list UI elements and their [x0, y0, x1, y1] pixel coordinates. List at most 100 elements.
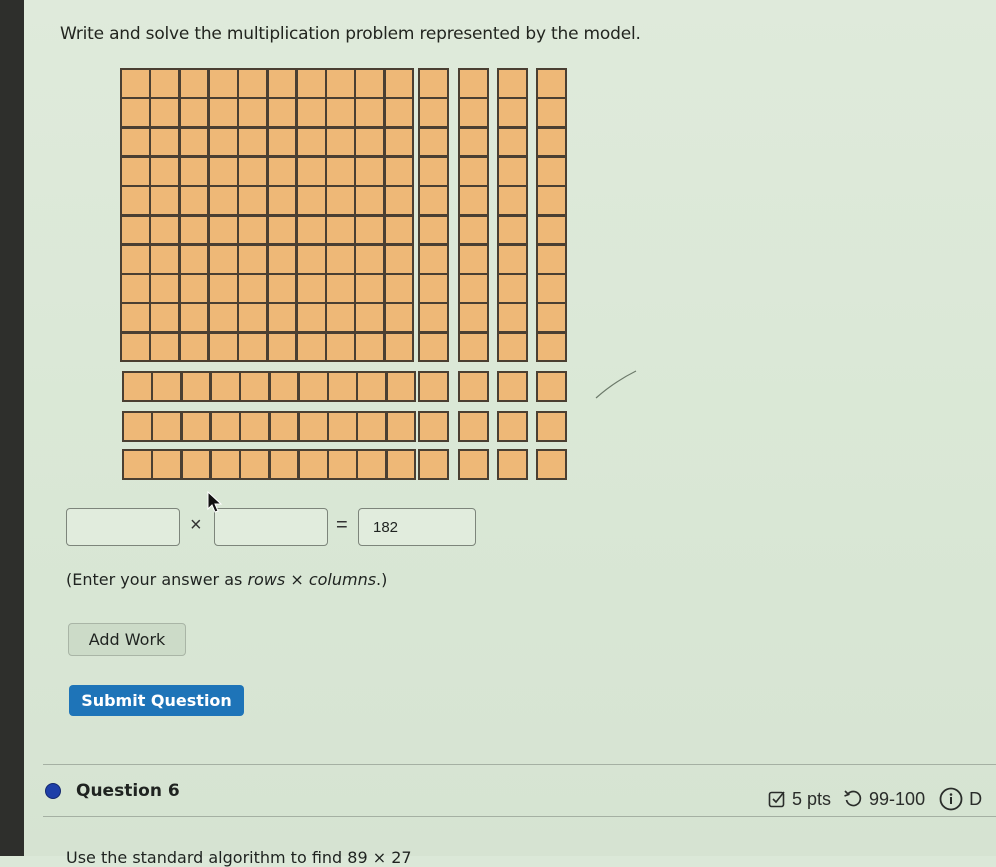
horizontal-ten-rod-cell [356, 411, 388, 442]
screen-smudge [595, 370, 637, 399]
checkbox-icon [768, 790, 786, 808]
horizontal-ten-rod-cell [239, 411, 270, 442]
hundreds-block-cell [266, 185, 298, 216]
hint-rows: rows [247, 570, 286, 589]
hint-times: × [285, 570, 309, 589]
hundreds-block-cell [178, 185, 210, 216]
hundreds-block-cell [383, 243, 415, 275]
hundreds-block-cell [354, 302, 386, 334]
hundreds-block-cell [325, 214, 356, 246]
hundreds-block-cell [325, 302, 356, 334]
unit-cube [458, 449, 489, 480]
hundreds-block-cell [325, 126, 356, 158]
unit-cube [418, 371, 449, 402]
submit-question-button[interactable]: Submit Question [69, 685, 244, 716]
factor2-input[interactable] [214, 508, 328, 546]
vertical-ten-rod-cell [418, 302, 449, 334]
hundreds-block-cell [354, 68, 386, 99]
hundreds-block-cell [354, 126, 386, 158]
hundreds-block-cell [295, 302, 327, 334]
hundreds-block-cell [354, 214, 386, 246]
hundreds-block-cell [383, 97, 415, 129]
add-work-button[interactable]: Add Work [68, 623, 186, 656]
vertical-ten-rod-cell [497, 155, 528, 187]
unit-cube [497, 411, 528, 442]
hundreds-block-cell [178, 155, 210, 187]
vertical-ten-rod-cell [458, 302, 489, 334]
times-symbol: × [190, 514, 202, 536]
hundreds-block-cell [266, 214, 298, 246]
vertical-ten-rod-cell [497, 126, 528, 158]
horizontal-ten-rod-cell [122, 449, 153, 480]
hundreds-block-cell [237, 126, 268, 158]
mouse-cursor-icon [207, 490, 223, 513]
factor1-input[interactable] [66, 508, 180, 546]
unit-cube [536, 411, 567, 442]
product-input[interactable] [358, 508, 476, 546]
hundreds-block-cell [120, 214, 151, 246]
hundreds-block-cell [295, 68, 327, 99]
hundreds-block-cell [354, 273, 386, 304]
horizontal-ten-rod-cell [297, 449, 329, 480]
horizontal-ten-rod-cell [239, 371, 270, 402]
vertical-ten-rod-cell [536, 126, 567, 158]
hundreds-block-cell [149, 126, 181, 158]
hundreds-block-cell [120, 155, 151, 187]
hundreds-block-cell [266, 331, 298, 363]
hundreds-block-cell [383, 68, 415, 99]
hundreds-block-cell [120, 331, 151, 363]
vertical-ten-rod-cell [497, 185, 528, 216]
unit-cube [536, 371, 567, 402]
vertical-ten-rod-cell [497, 331, 528, 363]
vertical-ten-rod-cell [536, 273, 567, 304]
vertical-ten-rod-cell [458, 331, 489, 363]
hundreds-block-cell [325, 243, 356, 275]
vertical-ten-rod-cell [497, 97, 528, 129]
details-label-cut[interactable]: D [969, 789, 982, 810]
hundreds-block-cell [237, 97, 268, 129]
horizontal-ten-rod-cell [151, 411, 183, 442]
equals-symbol: = [336, 514, 348, 536]
hundreds-block-cell [207, 273, 239, 304]
hundreds-block-cell [120, 68, 151, 99]
hundreds-block-cell [237, 273, 268, 304]
divider [43, 816, 996, 817]
question-6-title[interactable]: Question 6 [76, 781, 180, 801]
hundreds-block-cell [149, 214, 181, 246]
horizontal-ten-rod-cell [209, 449, 241, 480]
hundreds-block-cell [295, 155, 327, 187]
hundreds-block-cell [120, 243, 151, 275]
info-icon[interactable] [939, 787, 963, 811]
horizontal-ten-rod-cell [356, 371, 388, 402]
horizontal-ten-rod-cell [385, 371, 417, 402]
vertical-ten-rod-cell [536, 155, 567, 187]
horizontal-ten-rod-cell [268, 449, 300, 480]
vertical-ten-rod-cell [458, 273, 489, 304]
vertical-ten-rod-cell [497, 273, 528, 304]
hundreds-block-cell [207, 243, 239, 275]
hundreds-block-cell [207, 97, 239, 129]
horizontal-ten-rod-cell [268, 411, 300, 442]
hundreds-block-cell [178, 68, 210, 99]
hundreds-block-cell [383, 331, 415, 363]
hundreds-block-cell [120, 302, 151, 334]
vertical-ten-rod-cell [536, 214, 567, 246]
horizontal-ten-rod-cell [385, 449, 417, 480]
vertical-ten-rod-cell [458, 155, 489, 187]
vertical-ten-rod-cell [536, 302, 567, 334]
vertical-ten-rod-cell [418, 331, 449, 363]
hundreds-block-cell [120, 273, 151, 304]
hundreds-block-cell [237, 155, 268, 187]
divider [43, 764, 996, 765]
hundreds-block-cell [207, 126, 239, 158]
hundreds-block-cell [120, 97, 151, 129]
horizontal-ten-rod-cell [356, 449, 388, 480]
hundreds-block-cell [207, 214, 239, 246]
hundreds-block-cell [325, 331, 356, 363]
unit-cube [418, 449, 449, 480]
vertical-ten-rod-cell [418, 243, 449, 275]
vertical-ten-rod-cell [536, 331, 567, 363]
hundreds-block-cell [354, 155, 386, 187]
vertical-ten-rod-cell [418, 126, 449, 158]
hundreds-block-cell [354, 243, 386, 275]
